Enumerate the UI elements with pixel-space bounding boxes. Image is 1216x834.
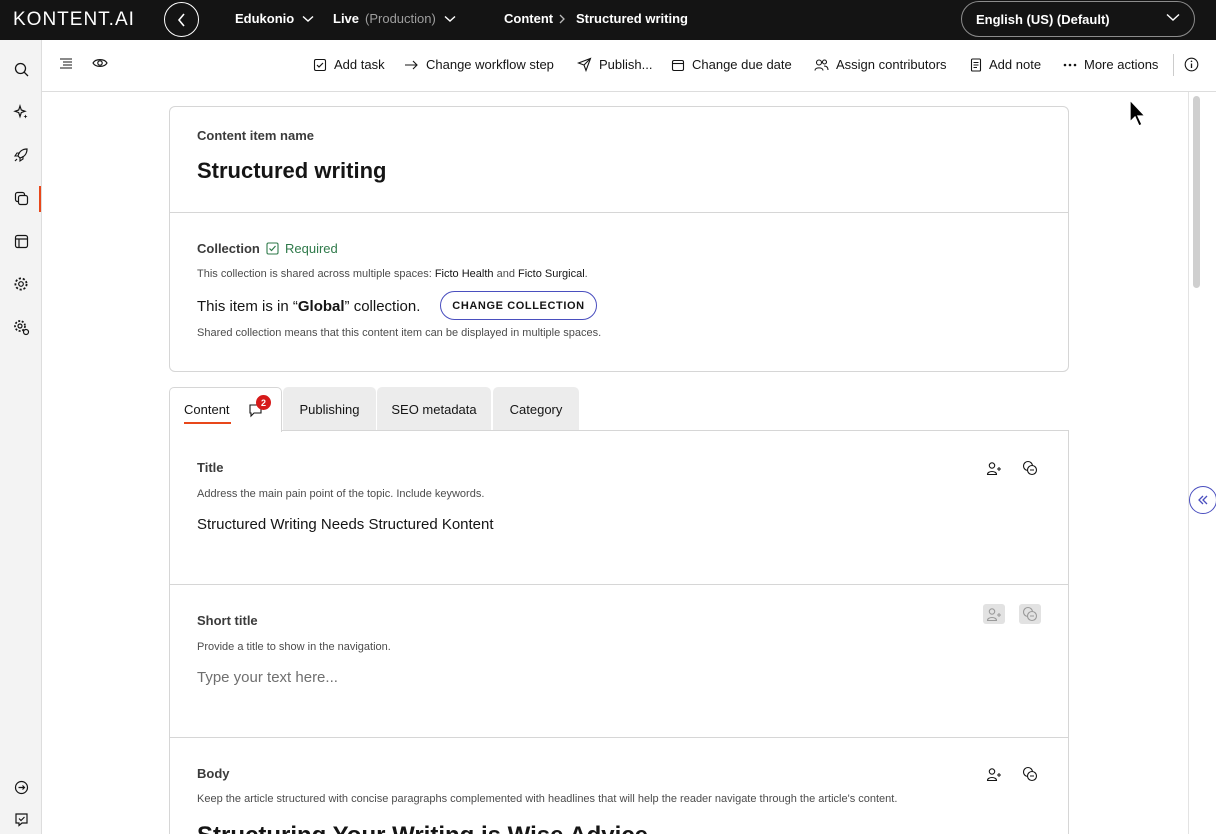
tab-seo-metadata[interactable]: SEO metadata bbox=[377, 387, 491, 431]
content-item-name-label: Content item name bbox=[197, 128, 315, 143]
sparkle-icon[interactable] bbox=[12, 103, 30, 121]
body-rich-text-heading[interactable]: Structuring Your Writing is Wise Advice bbox=[197, 822, 648, 834]
scrollbar-thumb[interactable] bbox=[1193, 96, 1200, 288]
collection-label: Collection bbox=[197, 241, 260, 256]
short-title-label: Short title bbox=[197, 613, 258, 628]
checkbox-checked-icon bbox=[266, 242, 279, 255]
expand-sidebar-button[interactable] bbox=[1189, 486, 1216, 514]
more-actions-button[interactable]: More actions bbox=[1063, 57, 1158, 72]
search-icon[interactable] bbox=[12, 60, 30, 78]
collection-status-line: This item is in “Global” collection. bbox=[197, 298, 421, 315]
content-scrollbar[interactable] bbox=[1188, 92, 1204, 834]
environment-settings-icon[interactable] bbox=[12, 318, 30, 336]
breadcrumb-current: Structured writing bbox=[576, 11, 688, 26]
layout-icon[interactable] bbox=[12, 232, 30, 250]
settings-icon[interactable] bbox=[12, 275, 30, 293]
content-item-name[interactable]: Structured writing bbox=[197, 158, 386, 184]
calendar-icon bbox=[671, 59, 685, 71]
info-button[interactable] bbox=[1184, 57, 1199, 72]
active-tab-underline bbox=[184, 422, 231, 424]
feedback-icon[interactable] bbox=[12, 810, 30, 828]
change-workflow-step-button[interactable]: Change workflow step bbox=[404, 57, 554, 72]
environment-switcher[interactable]: Live (Production) bbox=[333, 11, 456, 26]
project-switcher[interactable]: Edukonio bbox=[235, 11, 314, 26]
rocket-icon[interactable] bbox=[12, 146, 30, 164]
kontent-logo[interactable]: KONTENT.AI bbox=[13, 9, 135, 31]
short-title-guidelines: Provide a title to show in the navigatio… bbox=[197, 641, 391, 653]
chevron-down-icon bbox=[1166, 13, 1180, 21]
change-due-date-button[interactable]: Change due date bbox=[671, 57, 792, 72]
title-label: Title bbox=[197, 460, 224, 475]
comment-element-icon[interactable] bbox=[1021, 459, 1039, 477]
back-button[interactable] bbox=[164, 2, 199, 37]
collection-section: Collection Required This collection is s… bbox=[169, 212, 1069, 372]
project-name: Edukonio bbox=[235, 11, 295, 26]
arrow-right-icon bbox=[405, 60, 418, 69]
environment-name: Live bbox=[333, 11, 360, 26]
toolbar-divider bbox=[1173, 54, 1174, 76]
language-value: English (US) (Default) bbox=[976, 11, 1110, 27]
preview-button[interactable] bbox=[92, 57, 108, 69]
chevron-left-icon bbox=[177, 12, 185, 27]
breadcrumb-separator bbox=[558, 11, 566, 28]
mouse-cursor-icon bbox=[1129, 98, 1147, 127]
assign-contributor-icon[interactable] bbox=[985, 765, 1003, 783]
breadcrumb-content[interactable]: Content bbox=[504, 11, 553, 26]
change-collection-button[interactable]: CHANGE COLLECTION bbox=[440, 291, 597, 320]
chevron-down-icon bbox=[302, 15, 314, 22]
ellipsis-icon bbox=[1063, 63, 1077, 66]
chevron-down-icon bbox=[444, 15, 456, 22]
tab-content[interactable]: Content 2 bbox=[169, 387, 282, 432]
editor-area: Content item name Structured writing Col… bbox=[42, 92, 1188, 834]
space-ficto-surgical: Ficto Surgical bbox=[518, 268, 585, 280]
tab-publishing[interactable]: Publishing bbox=[283, 387, 376, 431]
environment-sub: (Production) bbox=[365, 11, 436, 26]
comment-element-icon bbox=[1019, 604, 1041, 624]
add-task-button[interactable]: Add task bbox=[313, 57, 385, 72]
chevrons-left-icon bbox=[1198, 495, 1208, 505]
short-title-input[interactable]: Type your text here... bbox=[197, 669, 338, 686]
outline-toggle-button[interactable] bbox=[59, 57, 73, 71]
assign-contributor-icon bbox=[983, 604, 1005, 624]
required-status: Required bbox=[266, 241, 338, 256]
collection-note: Shared collection means that this conten… bbox=[197, 327, 602, 339]
body-label: Body bbox=[197, 766, 230, 781]
comment-count-badge: 2 bbox=[256, 395, 271, 410]
assign-contributors-button[interactable]: Assign contributors bbox=[814, 57, 947, 72]
checkbox-icon bbox=[313, 58, 327, 71]
item-toolbar: Add task Change workflow step Publish...… bbox=[42, 40, 1216, 92]
language-select[interactable]: English (US) (Default) bbox=[961, 1, 1195, 37]
users-icon bbox=[814, 58, 829, 71]
tab-category[interactable]: Category bbox=[493, 387, 579, 431]
body-element: Body Keep the article structured with co… bbox=[169, 737, 1069, 834]
top-bar: KONTENT.AI Edukonio Live (Production) Co… bbox=[0, 0, 1216, 40]
body-guidelines: Keep the article structured with concise… bbox=[197, 793, 898, 805]
outline-icon bbox=[60, 58, 72, 69]
content-item-name-section: Content item name Structured writing bbox=[169, 106, 1069, 213]
send-icon bbox=[577, 57, 592, 72]
content-icon[interactable] bbox=[12, 189, 30, 207]
assign-contributor-icon[interactable] bbox=[985, 459, 1003, 477]
info-icon bbox=[1184, 57, 1199, 72]
chevron-right-icon bbox=[559, 14, 565, 24]
space-ficto-health: Ficto Health bbox=[434, 268, 494, 280]
add-note-button[interactable]: Add note bbox=[970, 57, 1041, 72]
title-input[interactable]: Structured Writing Needs Structured Kont… bbox=[197, 516, 494, 533]
title-guidelines: Address the main pain point of the topic… bbox=[197, 488, 485, 500]
left-navigation bbox=[0, 40, 42, 834]
short-title-element: Short title Provide a title to show in t… bbox=[169, 584, 1069, 738]
title-element: Title Address the main pain point of the… bbox=[169, 430, 1069, 585]
publish-button[interactable]: Publish... bbox=[577, 57, 652, 72]
eye-icon bbox=[92, 59, 108, 67]
editor-canvas: Content item name Structured writing Col… bbox=[42, 92, 1188, 834]
active-nav-indicator bbox=[39, 186, 41, 212]
comment-element-icon[interactable] bbox=[1021, 765, 1039, 783]
collection-name: Global bbox=[297, 298, 345, 315]
note-icon bbox=[970, 57, 982, 72]
collection-shared-hint: This collection is shared across multipl… bbox=[197, 268, 588, 280]
sign-out-icon[interactable] bbox=[12, 778, 30, 796]
